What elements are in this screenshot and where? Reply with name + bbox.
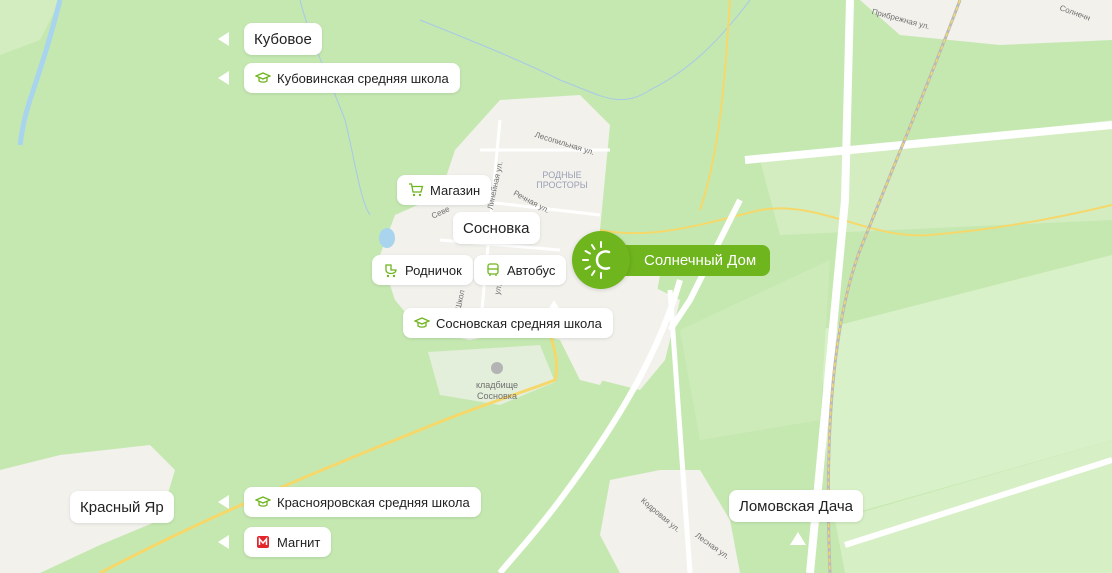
label-pointer	[218, 495, 229, 509]
place-label-sosnovka[interactable]: Сосновка	[453, 212, 540, 244]
cart-icon	[408, 182, 424, 198]
place-name: Кубовое	[254, 30, 312, 48]
place-label-krasny-yar[interactable]: Красный Яр	[70, 491, 174, 523]
place-label-lomovskaya-dacha[interactable]: Ломовская Дача	[729, 490, 863, 522]
bus-icon	[485, 262, 501, 278]
poi-label: Краснояровская средняя школа	[277, 494, 470, 510]
graduation-cap-icon	[255, 70, 271, 86]
poi-label: Магазин	[430, 182, 481, 198]
poi-label: Магнит	[277, 534, 321, 550]
magnit-icon	[255, 534, 271, 550]
pond	[379, 228, 395, 248]
graduation-cap-icon	[414, 315, 430, 331]
poi-label: Автобус	[507, 262, 556, 278]
place-name: Красный Яр	[80, 498, 164, 516]
poi-krasnoyar-school[interactable]: Краснояровская средняя школа	[244, 487, 481, 517]
poi-label: Родничок	[405, 262, 462, 278]
map-canvas[interactable]	[0, 0, 1112, 573]
place-name: Ломовская Дача	[739, 497, 853, 515]
poi-magnit[interactable]: Магнит	[244, 527, 332, 557]
poi-magazin[interactable]: Магазин	[397, 175, 492, 205]
stroller-icon	[383, 262, 399, 278]
cemetery-label: кладбище Сосновка	[475, 380, 519, 401]
cemetery-icon	[491, 362, 503, 374]
sun-logo-icon	[572, 231, 630, 289]
solnechny-dom-marker[interactable]: Солнечный Дом	[572, 231, 771, 289]
poi-label: Кубовинская средняя школа	[277, 70, 449, 86]
label-pointer	[218, 535, 229, 549]
poi-rodnichok[interactable]: Родничок	[372, 255, 473, 285]
label-pointer	[218, 71, 229, 85]
label-pointer	[218, 32, 229, 46]
district-label: РОДНЫЕ ПРОСТОРЫ	[536, 170, 588, 190]
poi-avtobus[interactable]: Автобус	[474, 255, 567, 285]
highlight-label: Солнечный Дом	[616, 244, 771, 276]
place-label-kubovoe[interactable]: Кубовое	[244, 23, 322, 55]
poi-label: Сосновская средняя школа	[436, 315, 602, 331]
poi-sosnovka-school[interactable]: Сосновская средняя школа	[403, 308, 613, 338]
place-name: Сосновка	[463, 219, 530, 237]
poi-kubovo-school[interactable]: Кубовинская средняя школа	[244, 63, 460, 93]
graduation-cap-icon	[255, 494, 271, 510]
